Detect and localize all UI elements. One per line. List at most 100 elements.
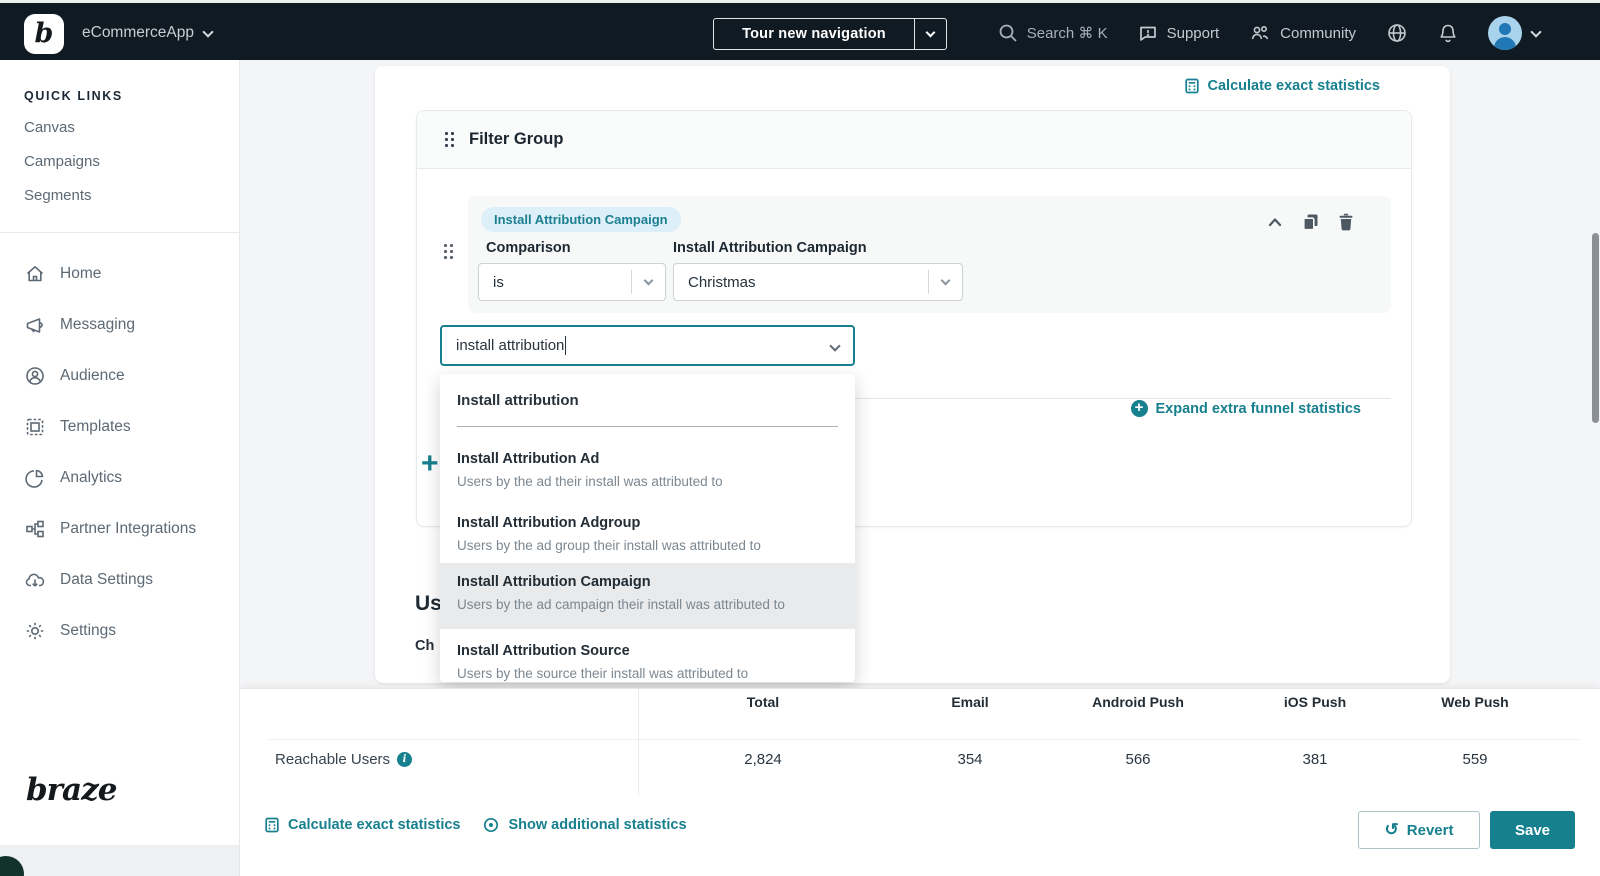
chevron-down-icon [829, 340, 840, 351]
dropdown-item-desc: Users by the source their install was at… [457, 664, 838, 682]
calculate-exact-statistics-link[interactable]: Calculate exact statistics [264, 817, 460, 833]
reachable-users-label: Reachable Users [275, 751, 390, 768]
filter-row-drag-handle[interactable] [444, 244, 454, 260]
global-search[interactable]: Search ⌘ K [998, 23, 1108, 43]
sidebar: QUICK LINKS Canvas Campaigns Segments Ho… [0, 60, 240, 876]
sidebar-item-messaging[interactable]: Messaging [24, 313, 135, 337]
dropdown-item-title: Install Attribution Campaign [457, 571, 838, 593]
trash-icon [1337, 212, 1355, 231]
reachable-users-row-label: Reachable Users i [275, 751, 412, 768]
campaign-value: Christmas [674, 274, 928, 291]
eye-icon [482, 817, 500, 833]
comparison-value: is [479, 274, 631, 291]
sidebar-item-partner-integrations[interactable]: Partner Integrations [24, 517, 196, 541]
lower-panel-subheading-partial: Ch [415, 638, 434, 654]
user-account-menu[interactable] [1488, 16, 1540, 50]
filter-row-actions [1266, 212, 1355, 231]
drag-handle-icon[interactable] [445, 132, 455, 148]
sidebar-item-label: Home [60, 265, 101, 283]
lower-panel-heading-partial: Us [415, 592, 442, 616]
braze-logo-glyph: b [35, 18, 54, 49]
support-icon [1138, 23, 1158, 43]
dropdown-item-install-attribution-ad[interactable]: Install Attribution Ad Users by the ad t… [440, 440, 855, 504]
sidebar-divider [0, 232, 239, 233]
select-dropdown-toggle[interactable] [928, 270, 962, 294]
megaphone-icon [24, 314, 46, 336]
chevron-down-icon [644, 276, 654, 286]
chevron-down-icon [1530, 26, 1541, 37]
revert-button[interactable]: ↺ Revert [1358, 811, 1480, 849]
add-filter-button[interactable]: + [421, 449, 439, 479]
tour-button-dropdown[interactable] [914, 19, 946, 49]
collapse-filter-button[interactable] [1266, 213, 1284, 231]
column-header-android-push: Android Push [1092, 694, 1184, 710]
delete-filter-button[interactable] [1337, 212, 1355, 231]
filter-row-card: Install Attribution Campaign Comparison … [468, 196, 1391, 313]
dropdown-item-desc: Users by the ad group their install was … [457, 536, 838, 556]
sidebar-item-analytics[interactable]: Analytics [24, 466, 122, 490]
table-vertical-divider [638, 689, 639, 795]
info-icon[interactable]: i [397, 752, 412, 767]
duplicate-filter-button[interactable] [1301, 212, 1320, 231]
reachable-users-ios-push: 381 [1302, 751, 1327, 768]
reachable-users-email: 354 [957, 751, 982, 768]
chevron-down-icon [202, 26, 213, 37]
sidebar-item-label: Analytics [60, 469, 122, 487]
dropdown-item-install-attribution-adgroup[interactable]: Install Attribution Adgroup Users by the… [440, 504, 855, 568]
sidebar-item-campaigns[interactable]: Campaigns [24, 153, 100, 170]
comparison-select[interactable]: is [478, 263, 666, 301]
gear-icon [24, 620, 46, 642]
calculate-link-label: Calculate exact statistics [1208, 78, 1380, 94]
chevron-down-icon [926, 28, 936, 38]
undo-icon: ↺ [1385, 820, 1399, 840]
sidebar-item-templates[interactable]: Templates [24, 415, 131, 439]
filter-group-title: Filter Group [469, 130, 563, 149]
calculator-icon [1184, 78, 1200, 94]
sidebar-item-label: Partner Integrations [60, 520, 196, 538]
sidebar-item-segments[interactable]: Segments [24, 187, 92, 204]
filter-search-input[interactable]: install attribution [440, 325, 855, 366]
sidebar-item-home[interactable]: Home [24, 262, 101, 286]
tour-new-navigation-button[interactable]: Tour new navigation [713, 18, 947, 50]
support-menu[interactable]: Support [1138, 23, 1220, 43]
sidebar-item-label: Audience [60, 367, 125, 385]
sidebar-item-canvas[interactable]: Canvas [24, 119, 75, 136]
select-dropdown-toggle[interactable] [631, 270, 665, 294]
community-menu[interactable]: Community [1249, 23, 1356, 43]
calculate-exact-statistics-link-top[interactable]: Calculate exact statistics [1184, 78, 1380, 94]
filter-type-chip[interactable]: Install Attribution Campaign [481, 207, 681, 232]
cloud-download-icon [24, 569, 46, 591]
reachable-users-web-push: 559 [1462, 751, 1487, 768]
save-button[interactable]: Save [1490, 811, 1575, 849]
column-header-total: Total [747, 694, 779, 710]
dropdown-group-header: Install attribution [457, 392, 579, 409]
chevron-up-icon [1266, 213, 1284, 231]
calculator-icon [264, 817, 280, 833]
field-label: Install Attribution Campaign [673, 240, 867, 256]
templates-icon [24, 416, 46, 438]
vertical-scrollbar-thumb[interactable] [1592, 233, 1599, 423]
dropdown-item-install-attribution-campaign[interactable]: Install Attribution Campaign Users by th… [440, 563, 855, 629]
globe-icon[interactable] [1386, 22, 1408, 44]
braze-app-logo[interactable]: b [24, 14, 64, 54]
reachable-users-total: 2,824 [744, 751, 782, 768]
notifications-bell-icon[interactable] [1438, 22, 1458, 44]
statistics-footer: Total Email Android Push iOS Push Web Pu… [240, 688, 1600, 876]
sidebar-item-data-settings[interactable]: Data Settings [24, 568, 153, 592]
show-additional-statistics-link[interactable]: Show additional statistics [482, 817, 686, 833]
quick-links-heading: QUICK LINKS [24, 89, 123, 103]
footer-links: Calculate exact statistics Show addition… [264, 817, 687, 833]
campaign-value-select[interactable]: Christmas [673, 263, 963, 301]
sidebar-item-label: Messaging [60, 316, 135, 334]
dropdown-item-install-attribution-source[interactable]: Install Attribution Source Users by the … [440, 632, 855, 682]
community-label: Community [1280, 25, 1356, 42]
workspace-switcher[interactable]: eCommerceApp [82, 3, 212, 63]
sidebar-item-settings[interactable]: Settings [24, 619, 116, 643]
table-row-divider [268, 739, 1580, 740]
integrations-icon [24, 518, 46, 540]
dropdown-item-title: Install Attribution Ad [457, 448, 838, 470]
expand-extra-funnel-statistics-link[interactable]: Expand extra funnel statistics [1131, 400, 1361, 417]
sidebar-item-audience[interactable]: Audience [24, 364, 125, 388]
top-navbar: b eCommerceApp Tour new navigation Searc… [0, 0, 1600, 60]
user-avatar [1488, 16, 1522, 50]
